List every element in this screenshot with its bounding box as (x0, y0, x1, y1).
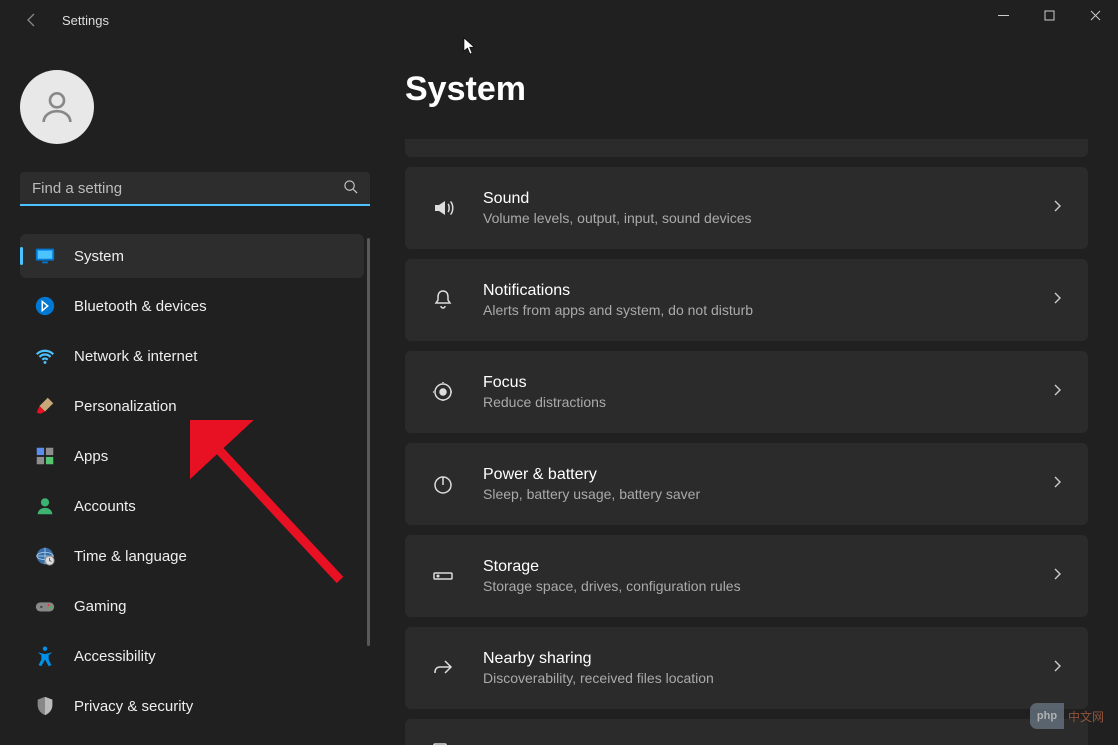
sidebar-item-label: Time & language (74, 548, 187, 565)
avatar-icon (37, 87, 77, 127)
card-title: Power & battery (483, 466, 1050, 484)
sidebar-item-label: System (74, 248, 124, 265)
sidebar-item-bluetooth-devices[interactable]: Bluetooth & devices (20, 284, 364, 328)
chevron-right-icon (1050, 659, 1064, 678)
settings-card-notifications[interactable]: Notifications Alerts from apps and syste… (405, 259, 1088, 341)
search-input[interactable] (20, 172, 370, 206)
back-arrow-icon (24, 12, 40, 28)
wifi-icon (34, 345, 56, 367)
sidebar-item-label: Gaming (74, 598, 127, 615)
bell-icon (429, 286, 457, 314)
sidebar-scrollbar[interactable] (367, 238, 370, 646)
sidebar-item-label: Privacy & security (74, 698, 193, 715)
sidebar-item-label: Apps (74, 448, 108, 465)
user-avatar[interactable] (20, 70, 94, 144)
sidebar-item-label: Personalization (74, 398, 177, 415)
sidebar-item-label: Accessibility (74, 648, 156, 665)
chevron-right-icon (1050, 475, 1064, 494)
window-controls (980, 0, 1118, 30)
sidebar-item-time-language[interactable]: Time & language (20, 534, 364, 578)
sidebar-item-apps[interactable]: Apps (20, 434, 364, 478)
card-title: Storage (483, 558, 1050, 576)
power-icon (429, 470, 457, 498)
card-subtitle: Discoverability, received files location (483, 670, 1050, 686)
card-title: Sound (483, 190, 1050, 208)
sidebar-item-label: Accounts (74, 498, 136, 515)
display-icon (34, 245, 56, 267)
watermark-logo: php (1030, 703, 1064, 729)
share-icon (429, 654, 457, 682)
globe-icon (34, 545, 56, 567)
shield-icon (34, 695, 56, 717)
sidebar-item-label: Network & internet (74, 348, 197, 365)
gamepad-icon (34, 595, 56, 617)
sidebar-item-personalization[interactable]: Personalization (20, 384, 364, 428)
card-text: Notifications Alerts from apps and syste… (483, 282, 1050, 318)
settings-card-power-battery[interactable]: Power & battery Sleep, battery usage, ba… (405, 443, 1088, 525)
card-title: Focus (483, 374, 1050, 392)
card-subtitle: Volume levels, output, input, sound devi… (483, 210, 1050, 226)
chevron-right-icon (1050, 567, 1064, 586)
minimize-icon (998, 10, 1009, 21)
sidebar-item-gaming[interactable]: Gaming (20, 584, 364, 628)
chevron-right-icon (1050, 291, 1064, 310)
app-title: Settings (62, 13, 109, 28)
card-title: Nearby sharing (483, 650, 1050, 668)
settings-card-focus[interactable]: Focus Reduce distractions (405, 351, 1088, 433)
sidebar-item-privacy-security[interactable]: Privacy & security (20, 684, 364, 728)
card-subtitle: Storage space, drives, configuration rul… (483, 578, 1050, 594)
sidebar-nav: System Bluetooth & devices Network & inter… (20, 234, 370, 728)
sidebar-item-system[interactable]: System (20, 234, 364, 278)
watermark-text: 中文网 (1066, 708, 1104, 725)
main-content: System Sound Volume levels, output, inpu… (370, 40, 1118, 745)
sidebar-item-accessibility[interactable]: Accessibility (20, 634, 364, 678)
bluetooth-icon (34, 295, 56, 317)
maximize-icon (1044, 10, 1055, 21)
focus-icon (429, 378, 457, 406)
settings-card-multitasking[interactable]: Multitasking (405, 719, 1088, 745)
card-text: Power & battery Sleep, battery usage, ba… (483, 466, 1050, 502)
minimize-button[interactable] (980, 0, 1026, 30)
sound-icon (429, 194, 457, 222)
close-icon (1090, 10, 1101, 21)
close-button[interactable] (1072, 0, 1118, 30)
accessibility-icon (34, 645, 56, 667)
brush-icon (34, 395, 56, 417)
sidebar: System Bluetooth & devices Network & inter… (0, 40, 370, 745)
settings-card-sound[interactable]: Sound Volume levels, output, input, soun… (405, 167, 1088, 249)
titlebar: Settings (0, 0, 1118, 40)
card-subtitle: Alerts from apps and system, do not dist… (483, 302, 1050, 318)
settings-card-nearby-sharing[interactable]: Nearby sharing Discoverability, received… (405, 627, 1088, 709)
apps-icon (34, 445, 56, 467)
card-text: Sound Volume levels, output, input, soun… (483, 190, 1050, 226)
settings-card-storage[interactable]: Storage Storage space, drives, configura… (405, 535, 1088, 617)
card-title: Notifications (483, 282, 1050, 300)
card-subtitle: Reduce distractions (483, 394, 1050, 410)
watermark: php 中文网 (1030, 703, 1104, 729)
card-text: Nearby sharing Discoverability, received… (483, 650, 1050, 686)
sidebar-item-accounts[interactable]: Accounts (20, 484, 364, 528)
sidebar-item-network-internet[interactable]: Network & internet (20, 334, 364, 378)
multitask-icon (429, 737, 457, 745)
chevron-right-icon (1050, 383, 1064, 402)
person-icon (34, 495, 56, 517)
card-subtitle: Sleep, battery usage, battery saver (483, 486, 1050, 502)
page-title: System (405, 70, 1088, 109)
maximize-button[interactable] (1026, 0, 1072, 30)
card-partial-top[interactable] (405, 139, 1088, 157)
card-text: Storage Storage space, drives, configura… (483, 558, 1050, 594)
back-button[interactable] (20, 8, 44, 32)
search-icon (343, 179, 358, 199)
sidebar-item-label: Bluetooth & devices (74, 298, 207, 315)
storage-icon (429, 562, 457, 590)
card-text: Focus Reduce distractions (483, 374, 1050, 410)
chevron-right-icon (1050, 199, 1064, 218)
